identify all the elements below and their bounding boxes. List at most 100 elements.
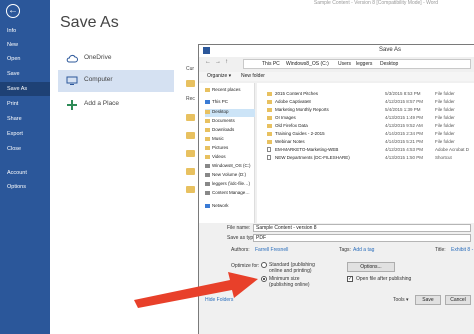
file-row[interactable]: OI Images 4/13/2015 1:49 PM File folder <box>267 115 474 122</box>
place-computer[interactable]: Computer <box>58 70 174 92</box>
window-title: Sample Content - Version 8 [Compatibilit… <box>313 0 438 6</box>
breadcrumb[interactable]: Windows8_OS (C:) <box>286 61 329 67</box>
file-row[interactable]: Training Guides - 2-2015 4/14/2015 2:34 P… <box>267 131 474 138</box>
folder-icon <box>267 108 272 112</box>
folder-icon <box>267 140 272 144</box>
nav-item-music[interactable]: Music <box>205 136 255 144</box>
drive-icon <box>205 163 210 168</box>
forward-icon[interactable]: → <box>215 59 221 65</box>
drive-icon <box>205 181 210 186</box>
folder-icon <box>205 87 210 92</box>
file-name-input[interactable]: Sample Content - version 8 <box>253 224 471 232</box>
breadcrumb[interactable]: leggers <box>356 61 372 67</box>
backstage-item-new[interactable]: New <box>0 38 50 52</box>
backstage-nav: ← Info New Open Save Save As Print Share… <box>0 0 50 334</box>
organize-button[interactable]: Organize ▾ <box>207 73 231 79</box>
folder-icon[interactable] <box>186 168 195 175</box>
nav-item-desktop[interactable]: Desktop <box>205 109 255 117</box>
recent-folders-heading: Rec <box>186 96 195 102</box>
file-row[interactable]: Adobe Captivate8 4/12/2015 8:57 PM File fo… <box>267 99 474 106</box>
nav-item-c-drive[interactable]: Windows8_OS (C:) <box>205 163 255 171</box>
file-row[interactable]: NEW Departments (DC-FILESHARE) 4/13/2015 … <box>267 155 474 162</box>
title-value[interactable]: Exhibit 8 - <box>451 247 473 253</box>
file-row[interactable]: EM-MARKETO-Marketing-WEB 4/12/2015 4:53 P… <box>267 147 474 154</box>
folder-icon[interactable] <box>186 150 195 157</box>
new-folder-button[interactable]: New folder <box>241 73 265 79</box>
breadcrumb[interactable]: Desktop <box>380 61 398 67</box>
folder-icon <box>267 116 272 120</box>
open-after-publishing-checkbox[interactable]: ✓ <box>347 276 353 282</box>
nav-item-network[interactable]: Network <box>205 203 255 211</box>
folder-icon <box>267 100 272 104</box>
authors-value[interactable]: Farrell Fresnell <box>255 247 288 253</box>
nav-item-downloads[interactable]: Downloads <box>205 127 255 135</box>
current-folder-heading: Cur <box>186 66 195 72</box>
place-onedrive[interactable]: OneDrive <box>58 48 174 70</box>
nav-item-content-manager[interactable]: Content Manage… <box>205 190 255 198</box>
options-button[interactable]: Options... <box>347 262 395 272</box>
file-row[interactable]: Webinar Notes 4/14/2015 5:21 PM File folde… <box>267 139 474 146</box>
backstage-item-print[interactable]: Print <box>0 97 50 111</box>
drive-icon <box>205 172 210 177</box>
address-bar-row: ← → ↑ This PC Windows8_OS (C:) Users leg… <box>203 59 471 69</box>
backstage-item-save[interactable]: Save <box>0 67 50 81</box>
backstage-item-options[interactable]: Options <box>0 180 50 194</box>
place-label: Add a Place <box>84 100 120 107</box>
folder-icon[interactable] <box>186 114 195 121</box>
folder-icon[interactable] <box>186 186 195 193</box>
cancel-button[interactable]: Cancel <box>445 295 471 305</box>
nav-item-network-share[interactable]: leggers (\\dc-file…) <box>205 181 255 189</box>
navigation-pane: Recent places This PC Desktop Documents … <box>199 83 255 241</box>
tags-value[interactable]: Add a tag <box>353 247 374 253</box>
backstage-item-export[interactable]: Export <box>0 127 50 141</box>
backstage-item-close[interactable]: Close <box>0 142 50 156</box>
cloud-icon <box>66 54 78 63</box>
breadcrumb[interactable]: This PC <box>262 61 280 67</box>
breadcrumb[interactable]: Users <box>338 61 351 67</box>
tags-label: Tags: <box>339 247 351 253</box>
page-title: Save As <box>60 14 119 31</box>
nav-item-pictures[interactable]: Pictures <box>205 145 255 153</box>
folder-icon <box>267 124 272 128</box>
title-label: Title: <box>435 247 446 253</box>
file-name-label: File name: <box>227 225 251 231</box>
backstage-item-open[interactable]: Open <box>0 52 50 66</box>
nav-item-videos[interactable]: Videos <box>205 154 255 162</box>
place-add[interactable]: Add a Place <box>58 94 174 116</box>
backstage-item-account[interactable]: Account <box>0 166 50 180</box>
tools-menu[interactable]: Tools ▾ <box>393 297 409 303</box>
up-icon[interactable]: ↑ <box>225 59 228 65</box>
window-title-bar: Sample Content - Version 8 [Compatibilit… <box>50 0 474 8</box>
folder-icon <box>205 118 210 123</box>
pc-icon <box>205 99 210 104</box>
save-type-select[interactable]: PDF <box>253 234 471 242</box>
folder-icon <box>205 127 210 132</box>
nav-item-recent-places[interactable]: Recent places <box>205 87 255 95</box>
address-box[interactable]: This PC Windows8_OS (C:) Users leggers D… <box>243 59 471 69</box>
place-label: Computer <box>84 76 113 83</box>
folder-icon[interactable] <box>186 80 195 87</box>
folder-icon <box>205 145 210 150</box>
nav-item-d-drive[interactable]: New Volume (D:) <box>205 172 255 180</box>
plus-icon <box>67 100 77 110</box>
drive-icon <box>205 190 210 195</box>
file-row[interactable]: Marketing Monthly Reports 5/4/2015 1:39 P… <box>267 107 474 114</box>
back-arrow-icon[interactable]: ← <box>6 4 20 18</box>
folder-icon[interactable] <box>186 132 195 139</box>
dialog-title: Save As <box>379 47 402 53</box>
callout-arrow-icon <box>134 272 258 308</box>
open-after-publishing-label: Open file after publishing <box>356 276 412 282</box>
backstage-item-save-as[interactable]: Save As <box>0 82 50 96</box>
dialog-title-bar: Save As <box>199 45 474 57</box>
dialog-toolbar: Organize ▾ New folder <box>199 72 474 81</box>
backstage-item-share[interactable]: Share <box>0 112 50 126</box>
word-app-icon <box>203 47 210 54</box>
back-icon[interactable]: ← <box>205 59 211 65</box>
file-row[interactable]: Old Firefox Data 4/13/2015 9:52 AM File fo… <box>267 123 474 130</box>
network-icon <box>205 203 210 208</box>
save-button[interactable]: Save <box>415 295 441 305</box>
file-row[interactable]: 2015 Content Pitches 5/3/2015 8:53 PM File… <box>267 91 474 98</box>
nav-item-this-pc[interactable]: This PC <box>205 99 255 107</box>
backstage-item-info[interactable]: Info <box>0 24 50 38</box>
nav-item-documents[interactable]: Documents <box>205 118 255 126</box>
